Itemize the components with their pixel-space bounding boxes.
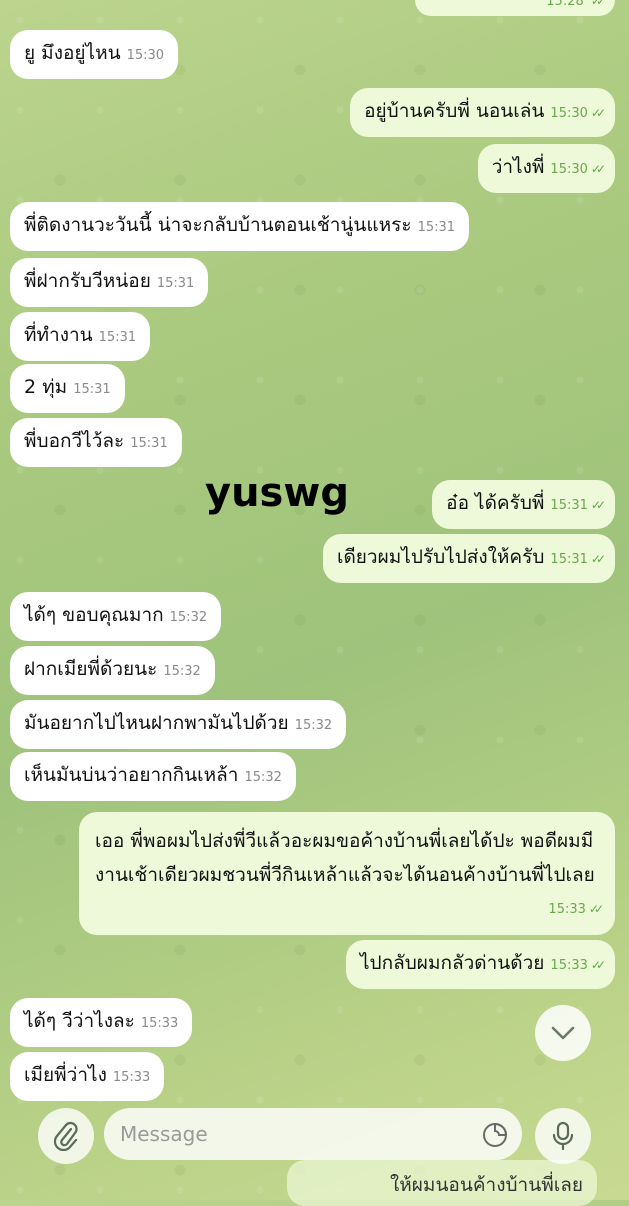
message-text: เออ พี่พอผมไปส่งพี่วีแล้วอะผมขอค้างบ้านพ…	[95, 830, 595, 886]
microphone-icon	[552, 1121, 574, 1151]
message-text: พี่ติดงานวะวันนี้ น่าจะกลับบ้านตอนเช้านู…	[24, 214, 412, 236]
message-text: ได้ๆ วีว่าไงละ	[24, 1010, 135, 1032]
message-text: มันอยากไปไหนฝากพามันไปด้วย	[24, 712, 289, 734]
read-check-icon: ✓✓	[590, 958, 606, 972]
message-time: 15:28	[546, 0, 584, 9]
incoming-message[interactable]: ได้ๆ วีว่าไงละ 15:33	[10, 998, 193, 1047]
attach-button[interactable]	[38, 1108, 94, 1164]
message-time: 15:33	[112, 1070, 151, 1085]
message-time: 15:31	[73, 382, 111, 397]
incoming-message[interactable]: มันอยากไปไหนฝากพามันไปด้วย 15:32	[10, 700, 347, 749]
message-time: 15:33	[548, 902, 586, 917]
message-text: เห็นมันบ่นว่าอยากกินเหล้า	[24, 764, 239, 786]
incoming-message[interactable]: เมียพี่ว่าไง 15:33	[10, 1052, 165, 1101]
outgoing-message[interactable]: อ๋อ ได้ครับพี่ 15:31 ✓✓	[432, 480, 615, 529]
message-text: ยู มึงอยู่ไหน	[24, 42, 121, 64]
message-text: เมียพี่ว่าไง	[24, 1064, 107, 1086]
watermark: yuswg	[205, 470, 349, 516]
message-text: พี่บอกวีไว้ละ	[24, 430, 125, 452]
incoming-message[interactable]: พี่ติดงานวะวันนี้ น่าจะกลับบ้านตอนเช้านู…	[10, 202, 470, 251]
message-text: ว่าไงพี่	[491, 156, 545, 178]
message-text: เดียวผมไปรับไปส่งให้ครับ	[336, 546, 545, 568]
outgoing-message[interactable]: เดียวผมไปรับไปส่งให้ครับ 15:31 ✓✓	[322, 534, 615, 583]
chevron-down-icon	[551, 1026, 575, 1040]
message-text: ไปกลับผมกลัวด่านด้วย	[359, 952, 545, 974]
message-text: อ๋อ ได้ครับพี่	[446, 492, 545, 514]
sticker-icon	[483, 1122, 508, 1147]
message-time: 15:32	[244, 770, 282, 785]
message-text: อยู่บ้านครับพี่ นอนเล่น	[364, 100, 545, 122]
incoming-message[interactable]: ได้ๆ ขอบคุณมาก 15:32	[10, 592, 222, 641]
message-time: 15:30	[550, 106, 588, 121]
outgoing-message[interactable]: ไปกลับผมกลัวด่านด้วย 15:33 ✓✓	[345, 940, 615, 989]
message-text: ได้ๆ ขอบคุณมาก	[24, 604, 164, 626]
message-time: 15:31	[156, 276, 195, 291]
incoming-message[interactable]: พี่บอกวีไว้ละ 15:31	[10, 418, 182, 467]
read-check-icon: ✓✓	[590, 106, 606, 120]
outgoing-message[interactable]: ว่าไงพี่ 15:30 ✓✓	[477, 144, 615, 193]
sticker-button[interactable]	[478, 1118, 512, 1152]
message-time: 15:31	[550, 552, 588, 567]
message-time: 15:31	[550, 498, 588, 513]
message-time: 15:33	[140, 1016, 179, 1031]
incoming-message[interactable]: เห็นมันบ่นว่าอยากกินเหล้า 15:32	[10, 752, 296, 801]
message-time: 15:31	[130, 436, 168, 451]
message-time: 15:31	[98, 330, 137, 345]
message-time: 15:31	[417, 220, 456, 235]
read-check-icon: ✓✓	[588, 902, 604, 916]
message-input[interactable]	[104, 1108, 522, 1160]
message-text: 2 ทุ่ม	[24, 376, 68, 398]
message-text: ที่ทำงาน	[24, 324, 93, 346]
message-time: 15:30	[550, 162, 588, 177]
incoming-message[interactable]: ฝากเมียพี่ด้วยนะ 15:32	[10, 646, 215, 695]
message-time: 15:32	[169, 610, 208, 625]
composer-bar	[0, 1100, 629, 1200]
read-check-icon: ✓✓	[590, 552, 606, 566]
read-check-icon: ✓✓	[590, 498, 606, 512]
outgoing-message[interactable]: เออ พี่พอผมไปส่งพี่วีแล้วอะผมขอค้างบ้านพ…	[79, 812, 615, 935]
message-time: 15:32	[163, 664, 201, 679]
outgoing-message-partial: 15:28 ✓✓	[415, 0, 615, 16]
incoming-message[interactable]: พี่ฝากรับวีหน่อย 15:31	[10, 258, 209, 307]
message-text: พี่ฝากรับวีหน่อย	[24, 270, 151, 292]
read-check-icon: ✓✓	[590, 0, 606, 8]
outgoing-message[interactable]: อยู่บ้านครับพี่ นอนเล่น 15:30 ✓✓	[350, 88, 615, 137]
scroll-down-button[interactable]	[535, 1005, 591, 1061]
microphone-button[interactable]	[535, 1108, 591, 1164]
incoming-message[interactable]: ที่ทำงาน 15:31	[10, 312, 151, 361]
paperclip-icon	[53, 1121, 78, 1151]
message-text: ฝากเมียพี่ด้วยนะ	[24, 658, 158, 680]
incoming-message[interactable]: 2 ทุ่ม 15:31	[10, 364, 125, 413]
incoming-message[interactable]: ยู มึงอยู่ไหน 15:30	[10, 30, 179, 79]
message-time: 15:33	[550, 958, 588, 973]
message-time: 15:32	[294, 718, 333, 733]
read-check-icon: ✓✓	[590, 162, 606, 176]
message-time: 15:30	[126, 48, 165, 63]
